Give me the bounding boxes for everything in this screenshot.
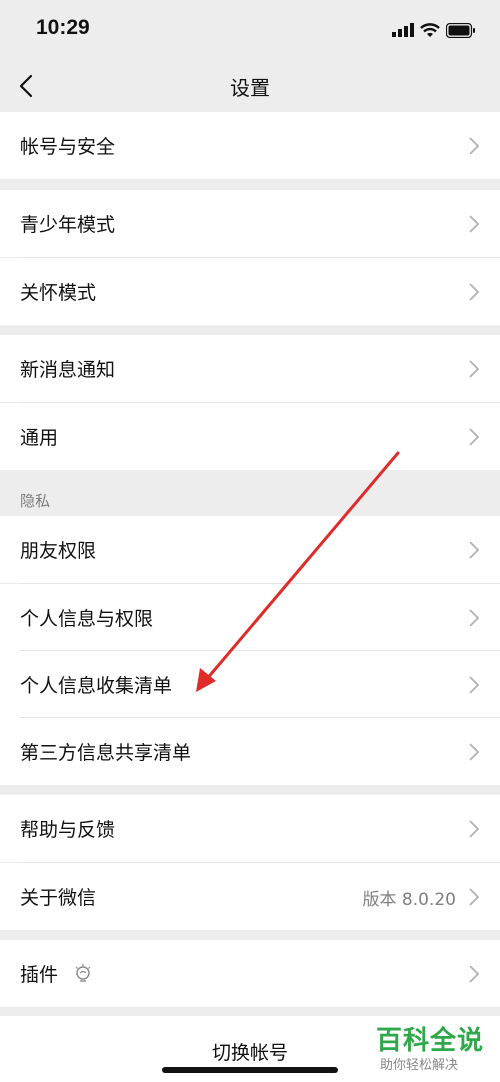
clock: 10:29 <box>36 16 90 39</box>
version-value: 版本 8.0.20 <box>362 890 456 910</box>
settings-item-label: 新消息通知 <box>20 359 116 381</box>
chevron-right-icon <box>469 541 480 559</box>
settings-item-label: 第三方信息共享清单 <box>20 742 192 764</box>
chevron-right-icon <box>469 428 480 446</box>
settings-item-about-wechat[interactable]: 关于微信 版本 8.0.20 <box>0 863 500 930</box>
chevron-right-icon <box>469 609 480 627</box>
settings-item-label: 帐号与安全 <box>20 136 116 158</box>
wifi-icon <box>420 22 440 37</box>
watermark-logo: 百科全说 助你轻松解决 <box>362 1018 492 1076</box>
settings-item-third-party-sharing[interactable]: 第三方信息共享清单 <box>0 718 500 785</box>
watermark-subtitle: 助你轻松解决 <box>380 1058 459 1073</box>
chevron-right-icon <box>469 820 480 838</box>
chevron-right-icon <box>469 965 480 983</box>
settings-item-label: 通用 <box>20 427 59 449</box>
chevron-right-icon <box>469 283 480 301</box>
settings-item-help-feedback[interactable]: 帮助与反馈 <box>0 795 500 862</box>
status-icons <box>392 20 476 40</box>
section-header-label: 隐私 <box>20 492 51 510</box>
page-title: 设置 <box>230 76 270 100</box>
settings-item-teen-mode[interactable]: 青少年模式 <box>0 190 500 257</box>
chevron-right-icon <box>469 360 480 378</box>
chevron-right-icon <box>469 743 480 761</box>
settings-item-personal-info-collection[interactable]: 个人信息收集清单 <box>0 651 500 718</box>
chevron-right-icon <box>469 888 480 906</box>
settings-item-account-security[interactable]: 帐号与安全 <box>0 112 500 179</box>
settings-item-care-mode[interactable]: 关怀模式 <box>0 258 500 325</box>
chevron-right-icon <box>469 137 480 155</box>
settings-item-label: 个人信息收集清单 <box>20 675 173 697</box>
cellular-signal-icon <box>392 23 414 37</box>
settings-item-plugins[interactable]: 插件 <box>0 940 500 1007</box>
chevron-right-icon <box>469 676 480 694</box>
settings-item-general[interactable]: 通用 <box>0 403 500 470</box>
watermark-title: 百科全说 <box>376 1026 485 1056</box>
battery-icon <box>446 22 475 38</box>
chevron-right-icon <box>469 215 480 233</box>
settings-item-label: 关于微信 <box>20 887 97 909</box>
status-bar: 10:29 <box>0 0 500 60</box>
settings-item-label: 关怀模式 <box>20 282 97 304</box>
settings-item-label: 插件 <box>20 964 59 986</box>
settings-item-label: 帮助与反馈 <box>20 819 116 841</box>
settings-item-personal-info-permissions[interactable]: 个人信息与权限 <box>0 584 500 651</box>
settings-item-label: 个人信息与权限 <box>20 608 154 630</box>
home-indicator <box>162 1067 338 1073</box>
nav-bar: 设置 <box>0 60 500 112</box>
settings-item-label: 青少年模式 <box>20 214 116 236</box>
settings-item-notifications[interactable]: 新消息通知 <box>0 335 500 402</box>
settings-item-friend-permissions[interactable]: 朋友权限 <box>0 516 500 583</box>
bulb-icon <box>75 964 91 982</box>
section-header-privacy: 隐私 <box>0 480 500 516</box>
settings-item-label: 朋友权限 <box>20 540 97 562</box>
